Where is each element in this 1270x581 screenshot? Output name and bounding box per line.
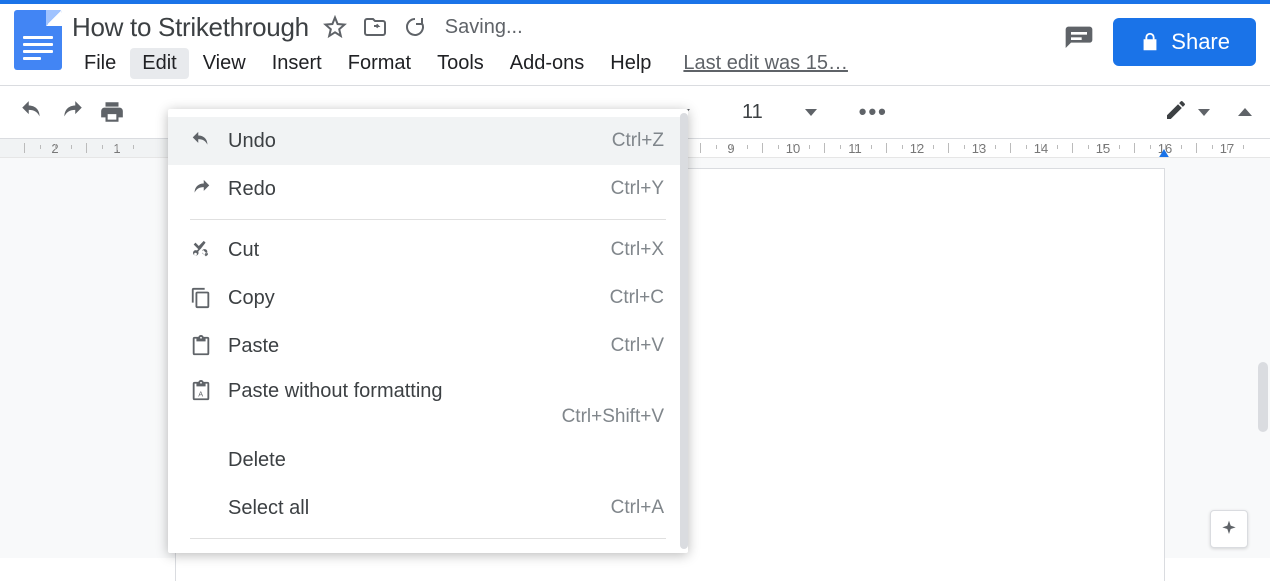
docs-app-icon[interactable]	[14, 10, 62, 70]
clipboard-a-icon: A	[186, 380, 216, 402]
comments-icon[interactable]	[1063, 24, 1095, 61]
print-icon[interactable]	[98, 98, 126, 126]
chevron-down-icon[interactable]	[1198, 109, 1210, 116]
edit-dropdown: Undo Ctrl+Z Redo Ctrl+Y Cut Ctrl+X Copy …	[168, 109, 688, 553]
svg-text:A: A	[198, 390, 203, 399]
edit-menu-copy[interactable]: Copy Ctrl+C	[168, 274, 688, 322]
chevron-up-icon[interactable]	[1238, 108, 1252, 116]
menu-view[interactable]: View	[191, 48, 258, 79]
editing-mode-icon[interactable]	[1164, 98, 1188, 127]
explore-button[interactable]	[1210, 510, 1248, 548]
undo-icon	[186, 130, 216, 152]
document-title[interactable]: How to Strikethrough	[72, 12, 309, 43]
edit-menu-undo[interactable]: Undo Ctrl+Z	[168, 117, 688, 165]
redo-icon	[186, 178, 216, 200]
undo-icon[interactable]	[18, 98, 46, 126]
copy-icon	[186, 287, 216, 309]
more-toolbar-icon[interactable]: •••	[859, 99, 888, 125]
menu-file[interactable]: File	[72, 48, 128, 79]
menu-tools[interactable]: Tools	[425, 48, 496, 79]
saving-status: Saving...	[445, 16, 523, 39]
title-area: How to Strikethrough Saving... File Edit…	[72, 10, 1063, 79]
menu-addons[interactable]: Add-ons	[498, 48, 597, 79]
star-icon[interactable]	[321, 13, 349, 41]
edit-menu-paste-without-formatting[interactable]: A Paste without formatting Ctrl+Shift+V	[168, 370, 688, 436]
menu-help[interactable]: Help	[598, 48, 663, 79]
edit-menu-select-all[interactable]: Select all Ctrl+A	[168, 484, 688, 532]
vertical-scrollbar[interactable]	[1258, 362, 1268, 432]
share-button[interactable]: Share	[1113, 18, 1256, 66]
edit-menu-cut[interactable]: Cut Ctrl+X	[168, 226, 688, 274]
header: How to Strikethrough Saving... File Edit…	[0, 4, 1270, 79]
lock-icon	[1139, 31, 1161, 53]
menu-edit[interactable]: Edit	[130, 48, 188, 79]
edit-menu-redo[interactable]: Redo Ctrl+Y	[168, 165, 688, 213]
last-edit-link[interactable]: Last edit was 15…	[683, 52, 848, 75]
menu-separator	[190, 219, 666, 220]
menu-bar: File Edit View Insert Format Tools Add-o…	[72, 48, 1063, 79]
share-label: Share	[1171, 29, 1230, 55]
font-size-value[interactable]: 11	[742, 101, 763, 124]
redo-icon[interactable]	[58, 98, 86, 126]
right-indent-marker[interactable]	[1158, 149, 1170, 158]
scissors-icon	[186, 239, 216, 261]
clipboard-icon	[186, 335, 216, 357]
edit-menu-paste[interactable]: Paste Ctrl+V	[168, 322, 688, 370]
edit-menu-delete[interactable]: Delete	[168, 436, 688, 484]
dropdown-scrollbar[interactable]	[680, 113, 688, 549]
menu-separator	[190, 538, 666, 539]
menu-insert[interactable]: Insert	[260, 48, 334, 79]
cloud-sync-icon[interactable]	[401, 13, 429, 41]
move-folder-icon[interactable]	[361, 13, 389, 41]
chevron-down-icon[interactable]	[805, 109, 817, 116]
menu-format[interactable]: Format	[336, 48, 423, 79]
